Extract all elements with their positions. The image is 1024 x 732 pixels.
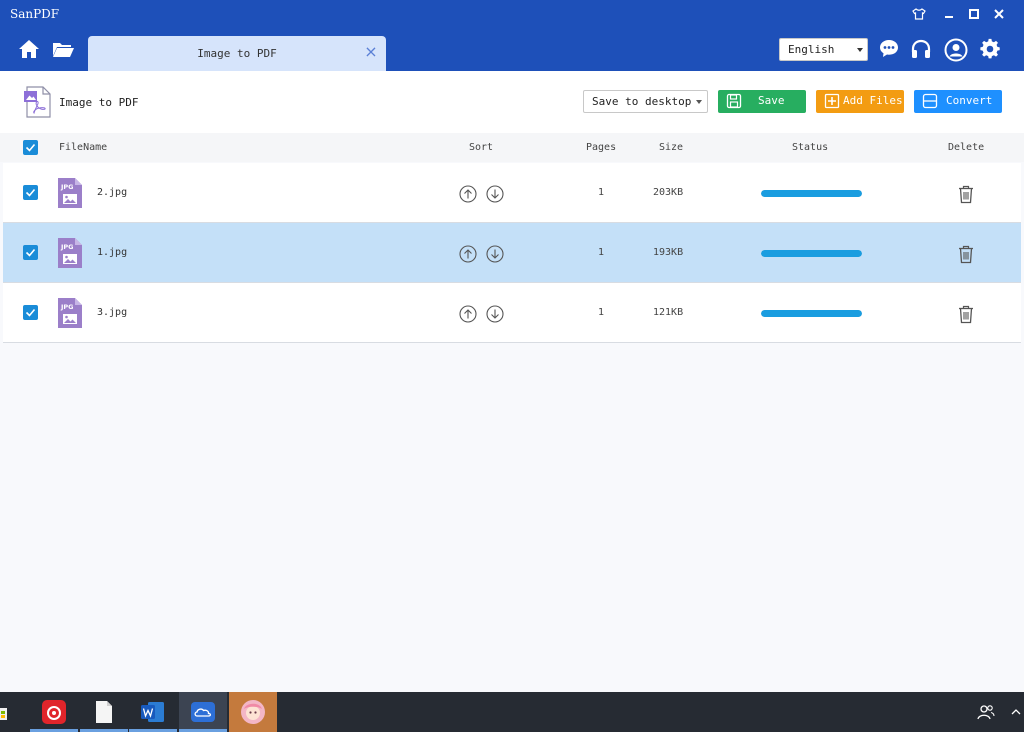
- page-count: 1: [597, 187, 605, 198]
- file-name: 2.jpg: [97, 187, 128, 198]
- gear-icon[interactable]: [979, 38, 1001, 60]
- chevron-up-icon[interactable]: [1008, 692, 1024, 732]
- move-up-icon[interactable]: [459, 185, 477, 203]
- add-files-button-label: Add Files: [843, 94, 903, 107]
- chevron-down-icon: [696, 100, 702, 104]
- floppy-disk-icon: [726, 93, 742, 109]
- word-icon[interactable]: [129, 692, 177, 732]
- jpg-file-icon: JPG: [57, 177, 83, 209]
- trash-icon[interactable]: [957, 244, 975, 264]
- save-location-value: Save to desktop: [592, 95, 692, 108]
- jpg-badge-text: JPG: [60, 243, 74, 251]
- table-row[interactable]: JPG 3.jpg 1 121KB: [3, 283, 1021, 343]
- folder-icon[interactable]: [51, 38, 75, 60]
- status-progress-bar: [761, 190, 862, 197]
- progress-fill: [761, 250, 862, 257]
- table-header: FileName Sort Pages Size Status Delete: [0, 133, 1024, 162]
- skin-icon[interactable]: [908, 4, 930, 24]
- convert-button-label: Convert: [946, 94, 993, 107]
- account-icon[interactable]: [944, 38, 968, 62]
- file-name: 1.jpg: [97, 247, 128, 258]
- header-pages: Pages: [586, 142, 617, 153]
- move-up-icon[interactable]: [459, 245, 477, 263]
- netease-music-icon[interactable]: [30, 692, 78, 732]
- nav-bar: Image to PDF × English: [0, 28, 1024, 71]
- headphones-icon[interactable]: [910, 38, 932, 60]
- store-icon[interactable]: [0, 692, 18, 732]
- jpg-file-icon: JPG: [57, 237, 83, 269]
- status-progress-bar: [761, 310, 862, 317]
- file-table: FileName Sort Pages Size Status Delete J…: [0, 133, 1024, 692]
- move-down-icon[interactable]: [486, 185, 504, 203]
- people-icon[interactable]: [966, 692, 1006, 732]
- move-up-icon[interactable]: [459, 305, 477, 323]
- pdf-document-icon: [23, 86, 53, 118]
- move-down-icon[interactable]: [486, 245, 504, 263]
- convert-button[interactable]: Convert: [914, 90, 1002, 113]
- tab-image-to-pdf[interactable]: Image to PDF ×: [88, 36, 386, 71]
- add-files-button[interactable]: Add Files: [816, 90, 904, 113]
- table-row[interactable]: JPG 2.jpg 1 203KB: [3, 163, 1021, 223]
- file-size: 193KB: [653, 247, 684, 258]
- page-count: 1: [597, 307, 605, 318]
- taskbar: [0, 692, 1024, 732]
- file-name: 3.jpg: [97, 307, 128, 318]
- file-size: 203KB: [653, 187, 684, 198]
- jpg-badge-text: JPG: [60, 303, 74, 311]
- page-count: 1: [597, 247, 605, 258]
- close-button[interactable]: [988, 4, 1010, 24]
- sanpdf-taskbar-icon[interactable]: [179, 692, 227, 732]
- save-button[interactable]: Save: [718, 90, 806, 113]
- chevron-down-icon: [857, 48, 863, 52]
- save-location-select[interactable]: Save to desktop: [583, 90, 708, 113]
- minimize-button[interactable]: [938, 4, 960, 24]
- avatar-app-icon[interactable]: [229, 692, 277, 732]
- header-sort: Sort: [469, 142, 494, 153]
- status-progress-bar: [761, 250, 862, 257]
- trash-icon[interactable]: [957, 184, 975, 204]
- close-icon[interactable]: ×: [364, 44, 378, 60]
- page-title: Image to PDF: [59, 96, 139, 109]
- select-all-checkbox[interactable]: [23, 140, 38, 155]
- row-checkbox[interactable]: [23, 185, 38, 200]
- progress-fill: [761, 310, 862, 317]
- header-delete: Delete: [948, 142, 985, 153]
- jpg-badge-text: JPG: [60, 183, 74, 191]
- header-status: Status: [792, 142, 829, 153]
- move-down-icon[interactable]: [486, 305, 504, 323]
- row-checkbox[interactable]: [23, 305, 38, 320]
- app-title: SanPDF: [10, 7, 60, 21]
- language-value: English: [788, 43, 835, 56]
- trash-icon[interactable]: [957, 304, 975, 324]
- tab-label: Image to PDF: [197, 47, 277, 60]
- header-size: Size: [659, 142, 684, 153]
- row-checkbox[interactable]: [23, 245, 38, 260]
- progress-fill: [761, 190, 862, 197]
- convert-icon: [922, 93, 938, 109]
- header-filename: FileName: [59, 142, 108, 153]
- home-icon[interactable]: [17, 38, 41, 60]
- file-size: 121KB: [653, 307, 684, 318]
- maximize-button[interactable]: [963, 4, 985, 24]
- language-select[interactable]: English: [779, 38, 868, 61]
- chat-icon[interactable]: [878, 38, 900, 60]
- table-row[interactable]: JPG 1.jpg 1 193KB: [3, 223, 1021, 283]
- toolbar: Image to PDF Save to desktop Save Add Fi…: [0, 71, 1024, 133]
- notepad-icon[interactable]: [80, 692, 128, 732]
- title-bar: SanPDF: [0, 0, 1024, 28]
- save-button-label: Save: [758, 94, 785, 107]
- jpg-file-icon: JPG: [57, 297, 83, 329]
- plus-square-icon: [824, 93, 840, 109]
